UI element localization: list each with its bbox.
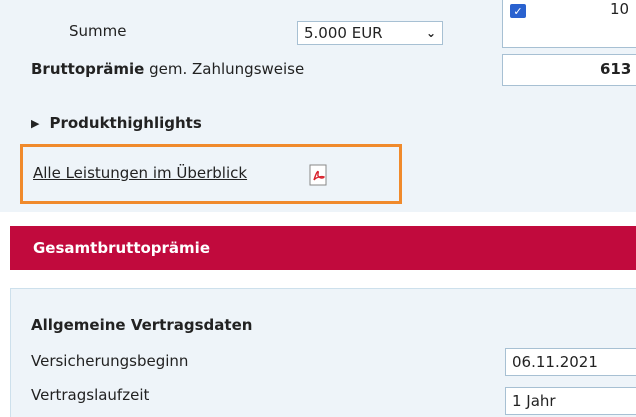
contract-term-label: Vertragslaufzeit [31, 386, 150, 404]
pdf-icon[interactable] [309, 164, 329, 186]
highlights-toggle[interactable]: ▶ Produkthighlights [31, 114, 202, 132]
summe-label: Summe [69, 22, 127, 40]
contract-start-input[interactable]: 06.11.2021 [505, 348, 636, 376]
summe-select[interactable]: 5.000 EUR ⌄ [297, 21, 443, 45]
triangle-right-icon: ▶ [31, 116, 40, 130]
brutto-label: Bruttoprämie gem. Zahlungsweise [31, 60, 304, 78]
all-benefits-link[interactable]: Alle Leistungen im Überblick [33, 164, 247, 182]
total-premium-title: Gesamtbruttoprämie [33, 239, 210, 257]
check-icon: ✓ [513, 4, 523, 18]
contract-term-select[interactable]: 1 Jahr [505, 387, 636, 415]
total-premium-header: Gesamtbruttoprämie [10, 226, 636, 270]
brutto-label-bold: Bruttoprämie [31, 60, 145, 78]
brutto-label-rest: gem. Zahlungsweise [144, 60, 305, 78]
contract-start-label: Versicherungsbeginn [31, 352, 189, 370]
chevron-down-icon: ⌄ [425, 26, 436, 40]
option-checkbox[interactable]: ✓ [510, 4, 526, 18]
summe-select-value: 5.000 EUR [304, 24, 383, 42]
brutto-value: 613 [600, 60, 632, 78]
highlights-label: Produkthighlights [49, 114, 202, 132]
option-value: 10 [610, 0, 630, 18]
contract-section-title: Allgemeine Vertragsdaten [31, 316, 253, 334]
